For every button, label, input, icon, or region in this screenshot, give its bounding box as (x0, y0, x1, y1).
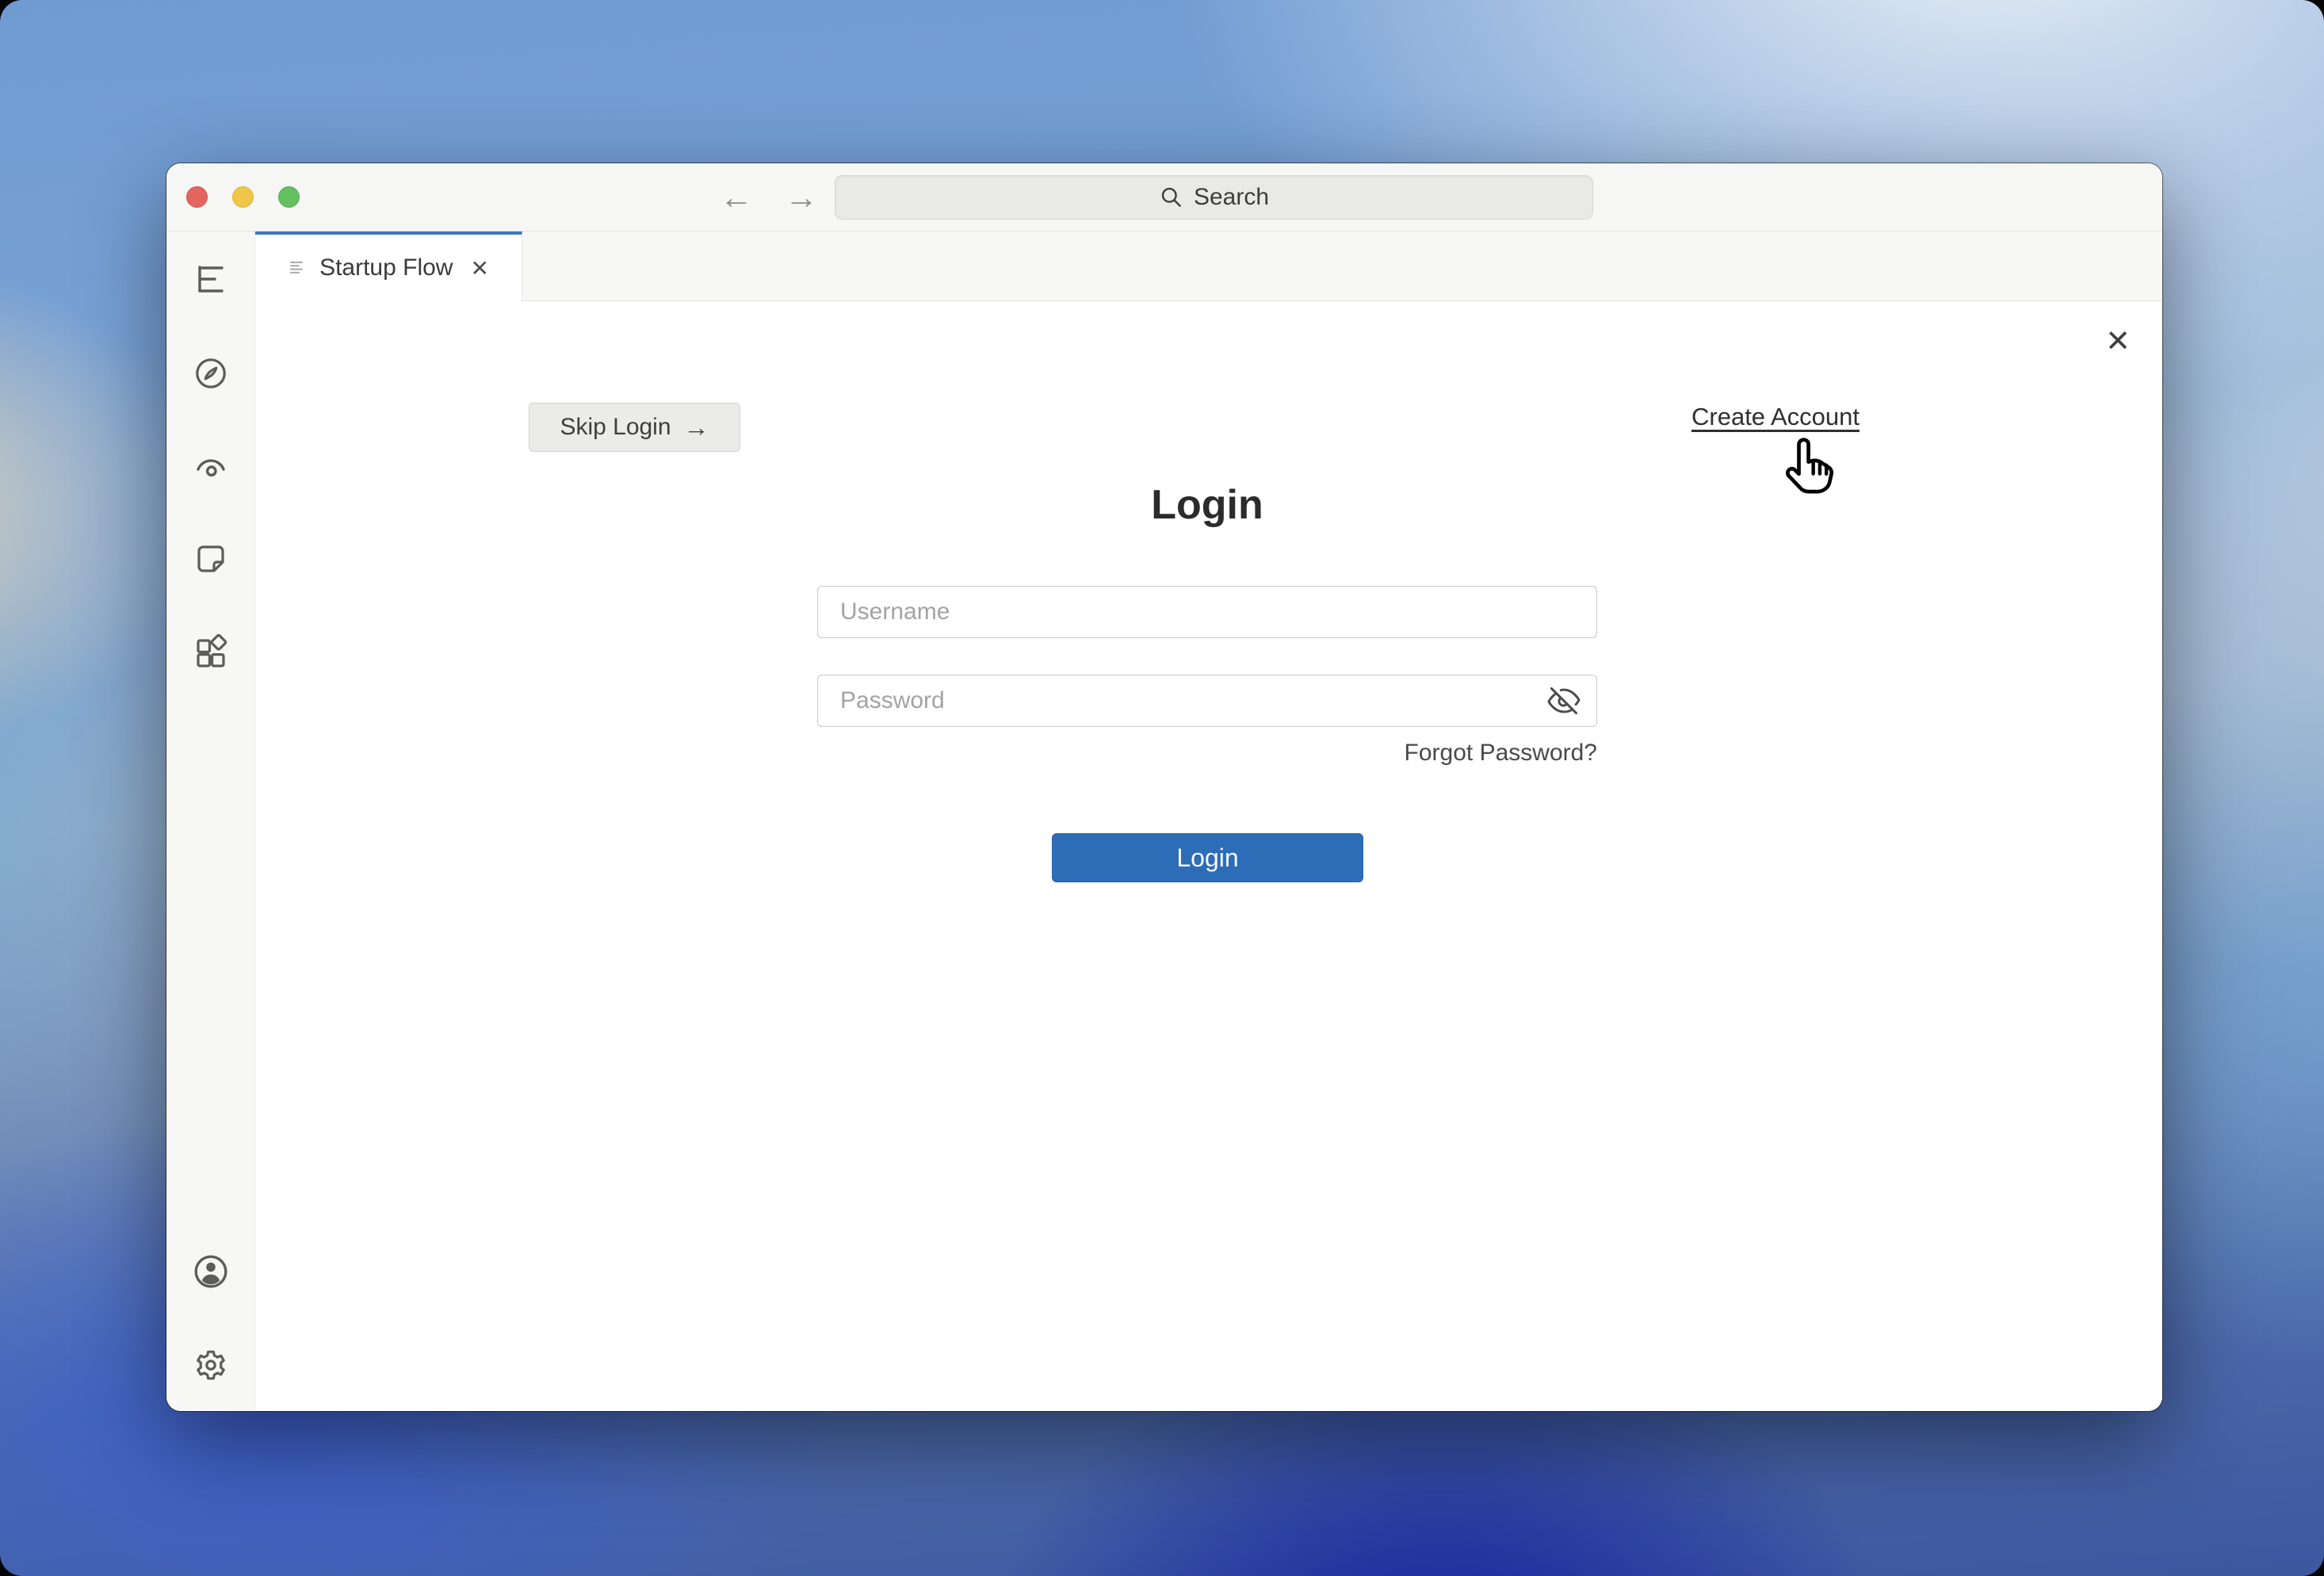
password-input[interactable] (817, 675, 1597, 727)
outline-icon (198, 266, 224, 293)
note-icon (197, 545, 224, 572)
tab-close-icon[interactable]: ✕ (470, 255, 488, 281)
preview-eye-icon (197, 459, 225, 477)
create-account-link[interactable]: Create Account (1691, 403, 1860, 431)
close-window-button[interactable] (186, 186, 208, 208)
gear-icon (197, 1350, 225, 1380)
sidebar-item-compass[interactable] (192, 354, 230, 392)
tab-bar: Startup Flow ✕ (255, 231, 2162, 301)
titlebar: ← → Search (166, 163, 2162, 231)
username-input[interactable] (817, 586, 1597, 638)
hand-pointer-cursor (1786, 438, 1834, 494)
login-submit-button[interactable]: Login (1052, 833, 1363, 882)
compass-icon (196, 358, 226, 388)
sidebar-item-account[interactable] (192, 1253, 230, 1291)
back-button[interactable]: ← (720, 181, 753, 214)
login-form: Login Forgot Password? Login (817, 481, 1597, 882)
sidebar (166, 231, 255, 1411)
traffic-lights (186, 186, 300, 208)
panel-close-icon[interactable]: ✕ (2105, 327, 2131, 357)
app-window: ← → Search Startup Flow ✕ ✕ Skip Login →… (166, 163, 2162, 1411)
sidebar-item-settings[interactable] (192, 1346, 230, 1384)
login-panel: ✕ Skip Login → Create Account Login User… (255, 301, 2162, 1411)
tab-document-icon (290, 262, 304, 274)
tab-startup-flow[interactable]: Startup Flow ✕ (255, 231, 522, 301)
sidebar-item-preview[interactable] (192, 448, 230, 486)
skip-login-label: Skip Login (560, 414, 671, 440)
search-input[interactable]: Search (835, 175, 1593, 220)
tab-title: Startup Flow (319, 254, 453, 281)
minimize-window-button[interactable] (232, 186, 254, 208)
sidebar-item-notes[interactable] (192, 540, 230, 578)
nav-arrows: ← → (720, 163, 818, 231)
account-icon (194, 1255, 227, 1288)
sidebar-item-components[interactable] (192, 633, 230, 671)
eye-off-icon[interactable] (1546, 683, 1581, 718)
main-column: Startup Flow ✕ ✕ Skip Login → Create Acc… (255, 231, 2162, 1411)
search-icon (1161, 187, 1181, 207)
login-form-title: Login (1151, 482, 1263, 528)
search-placeholder-text: Search (1193, 184, 1270, 210)
zoom-window-button[interactable] (278, 186, 300, 208)
skip-login-button[interactable]: Skip Login → (529, 403, 740, 452)
forward-button[interactable]: → (785, 181, 818, 214)
sidebar-item-outline[interactable] (192, 260, 230, 298)
forgot-password-link[interactable]: Forgot Password? (1405, 740, 1597, 767)
right-arrow-icon: → (683, 412, 709, 442)
components-icon (197, 633, 227, 668)
